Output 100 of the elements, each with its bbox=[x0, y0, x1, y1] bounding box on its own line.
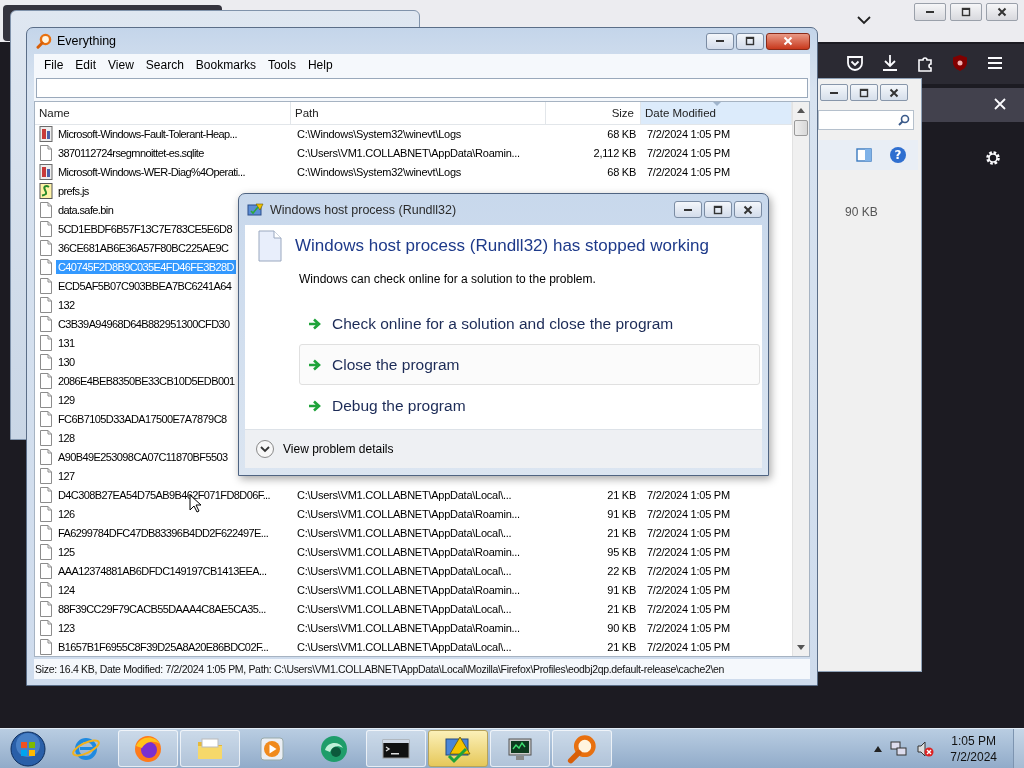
start-orb-icon[interactable] bbox=[9, 729, 47, 768]
file-icon bbox=[39, 335, 53, 352]
file-name[interactable]: 36CE681AB6E36A57F80BC225AE9C bbox=[56, 241, 231, 256]
settings-icon[interactable] bbox=[984, 149, 1002, 167]
file-icon bbox=[39, 505, 53, 522]
menu-item[interactable]: Bookmarks bbox=[189, 56, 262, 74]
download-icon[interactable] bbox=[881, 54, 899, 72]
file-icon bbox=[39, 392, 53, 408]
arrow-icon bbox=[308, 317, 322, 330]
pocket-icon[interactable] bbox=[846, 54, 864, 72]
file-name[interactable]: 88F39CC29F79CACB55DAAA4C8AE5CA35... bbox=[56, 601, 268, 616]
clock[interactable]: 1:05 PM 7/2/2024 bbox=[950, 732, 997, 765]
file-name[interactable]: 126 bbox=[56, 506, 77, 521]
minimize-button[interactable] bbox=[706, 32, 734, 50]
close-button[interactable] bbox=[986, 3, 1018, 21]
size-cell: 21 KB bbox=[607, 640, 636, 653]
dialog-heading: Windows host process (Rundll32) has stopped working bbox=[295, 236, 709, 256]
file-name[interactable]: 123 bbox=[56, 620, 77, 635]
minimize-button[interactable] bbox=[914, 3, 946, 21]
file-name[interactable]: 130 bbox=[56, 355, 77, 370]
file-name[interactable]: B1657B1F6955C8F39D25A8A20E86BDC02F... bbox=[56, 639, 271, 654]
show-hidden-icon[interactable] bbox=[874, 745, 883, 752]
menu-item[interactable]: File bbox=[38, 56, 70, 74]
volume-muted-icon[interactable] bbox=[916, 739, 935, 758]
shield-icon[interactable] bbox=[951, 54, 969, 72]
puzzle-icon[interactable] bbox=[916, 54, 934, 72]
show-desktop-button[interactable] bbox=[1013, 728, 1024, 768]
file-name[interactable]: D4C308B27EA54D75AB9B462F071FD8D06F... bbox=[56, 487, 272, 502]
file-name[interactable]: data.safe.bin bbox=[56, 203, 116, 218]
file-name[interactable]: Microsoft-Windows-Fault-Tolerant-Heap... bbox=[56, 127, 239, 142]
file-name[interactable]: 125 bbox=[56, 544, 77, 559]
file-name[interactable]: 2086E4BEB8350BE33CB10D5EDB001 bbox=[56, 374, 237, 389]
file-icon bbox=[39, 297, 53, 314]
magnifier-icon bbox=[567, 733, 597, 764]
maximize-button[interactable] bbox=[736, 32, 764, 50]
search-field[interactable] bbox=[36, 78, 808, 98]
menu-item[interactable]: Edit bbox=[69, 56, 103, 74]
file-icon bbox=[39, 429, 53, 446]
column-header[interactable]: Path bbox=[291, 102, 546, 124]
scroll-down-icon[interactable] bbox=[797, 645, 805, 650]
file-name[interactable]: 131 bbox=[56, 336, 77, 351]
size-cell: 91 KB bbox=[607, 507, 636, 520]
menu-item[interactable]: Help bbox=[301, 56, 339, 74]
close-icon[interactable] bbox=[994, 98, 1006, 110]
scrollbar[interactable] bbox=[792, 102, 809, 656]
search-field[interactable] bbox=[818, 110, 914, 130]
size-cell: 90 KB bbox=[845, 205, 878, 219]
date-cell: 7/2/2024 1:05 PM bbox=[647, 166, 730, 179]
file-name[interactable]: C3B39A94968D64B882951300CFD30 bbox=[56, 317, 232, 332]
file-name[interactable]: 124 bbox=[56, 582, 77, 597]
chevron-down-icon[interactable] bbox=[857, 15, 871, 25]
column-header[interactable]: Date Modified bbox=[641, 102, 792, 124]
file-name[interactable]: ECD5AF5B07C903BBEA7BC6241A64 bbox=[56, 279, 234, 294]
menu-item[interactable]: Tools bbox=[261, 56, 302, 74]
minimize-icon bbox=[830, 91, 838, 94]
file-name[interactable]: 5CD1EBDF6B57F13C7E783CE5E6D8 bbox=[56, 222, 234, 237]
option-link[interactable]: Close the program bbox=[299, 344, 760, 385]
date-cell: 7/2/2024 1:05 PM bbox=[647, 545, 730, 558]
date-cell: 7/2/2024 1:05 PM bbox=[647, 488, 730, 501]
network-icon[interactable] bbox=[890, 739, 909, 758]
script-file-icon bbox=[39, 183, 53, 200]
file-icon bbox=[39, 221, 53, 238]
maximize-button[interactable] bbox=[704, 201, 732, 218]
clock-time: 1:05 PM bbox=[951, 732, 996, 749]
help-button[interactable]: ? bbox=[890, 147, 906, 163]
file-name[interactable]: FC6B7105D33ADA17500E7A7879C8 bbox=[56, 411, 229, 426]
close-button[interactable] bbox=[880, 84, 908, 101]
menu-item[interactable]: Search bbox=[139, 56, 190, 74]
minimize-button[interactable] bbox=[820, 84, 848, 101]
file-name[interactable]: 3870112724rsegmnoittet-es.sqlite bbox=[56, 146, 206, 161]
file-name[interactable]: prefs.js bbox=[56, 184, 91, 199]
path-cell: C:\Users\VM1.COLLABNET\AppData\Local\... bbox=[297, 488, 512, 501]
chevron-down-icon[interactable] bbox=[255, 439, 275, 459]
maximize-icon bbox=[961, 7, 971, 17]
file-name[interactable]: AAA12374881AB6DFDC149197CB1413EEA... bbox=[56, 563, 269, 578]
maximize-button[interactable] bbox=[850, 84, 878, 101]
minimize-icon bbox=[926, 11, 934, 13]
option-link[interactable]: Check online for a solution and close the program bbox=[299, 303, 760, 344]
file-name[interactable]: Microsoft-Windows-WER-Diag%4Operati... bbox=[56, 165, 247, 180]
file-name[interactable]: A90B49E253098CA07C11870BF5503 bbox=[56, 449, 230, 464]
dialog-title: Windows host process (Rundll32) bbox=[270, 202, 457, 217]
file-name[interactable]: FA6299784DFC47DB83396B4DD2F622497E... bbox=[56, 525, 271, 540]
restore-button[interactable] bbox=[950, 3, 982, 21]
scroll-up-icon[interactable] bbox=[797, 108, 805, 113]
option-link[interactable]: Debug the program bbox=[299, 385, 760, 426]
details-toggle[interactable]: View problem details bbox=[283, 442, 394, 456]
size-cell: 21 KB bbox=[607, 602, 636, 615]
minimize-button[interactable] bbox=[674, 201, 702, 218]
minimize-icon bbox=[684, 208, 692, 211]
file-name[interactable]: 128 bbox=[56, 430, 77, 445]
scrollbar-thumb[interactable] bbox=[794, 120, 808, 136]
file-name[interactable]: 127 bbox=[56, 468, 77, 483]
close-button[interactable] bbox=[734, 201, 762, 218]
menu-item[interactable]: View bbox=[102, 56, 140, 74]
menu-icon[interactable] bbox=[986, 54, 1004, 72]
close-button[interactable] bbox=[766, 32, 810, 50]
file-name[interactable]: 129 bbox=[56, 393, 77, 407]
file-name[interactable]: 132 bbox=[56, 298, 77, 313]
column-header[interactable]: Name bbox=[35, 102, 291, 124]
panel-icon[interactable] bbox=[856, 148, 872, 162]
